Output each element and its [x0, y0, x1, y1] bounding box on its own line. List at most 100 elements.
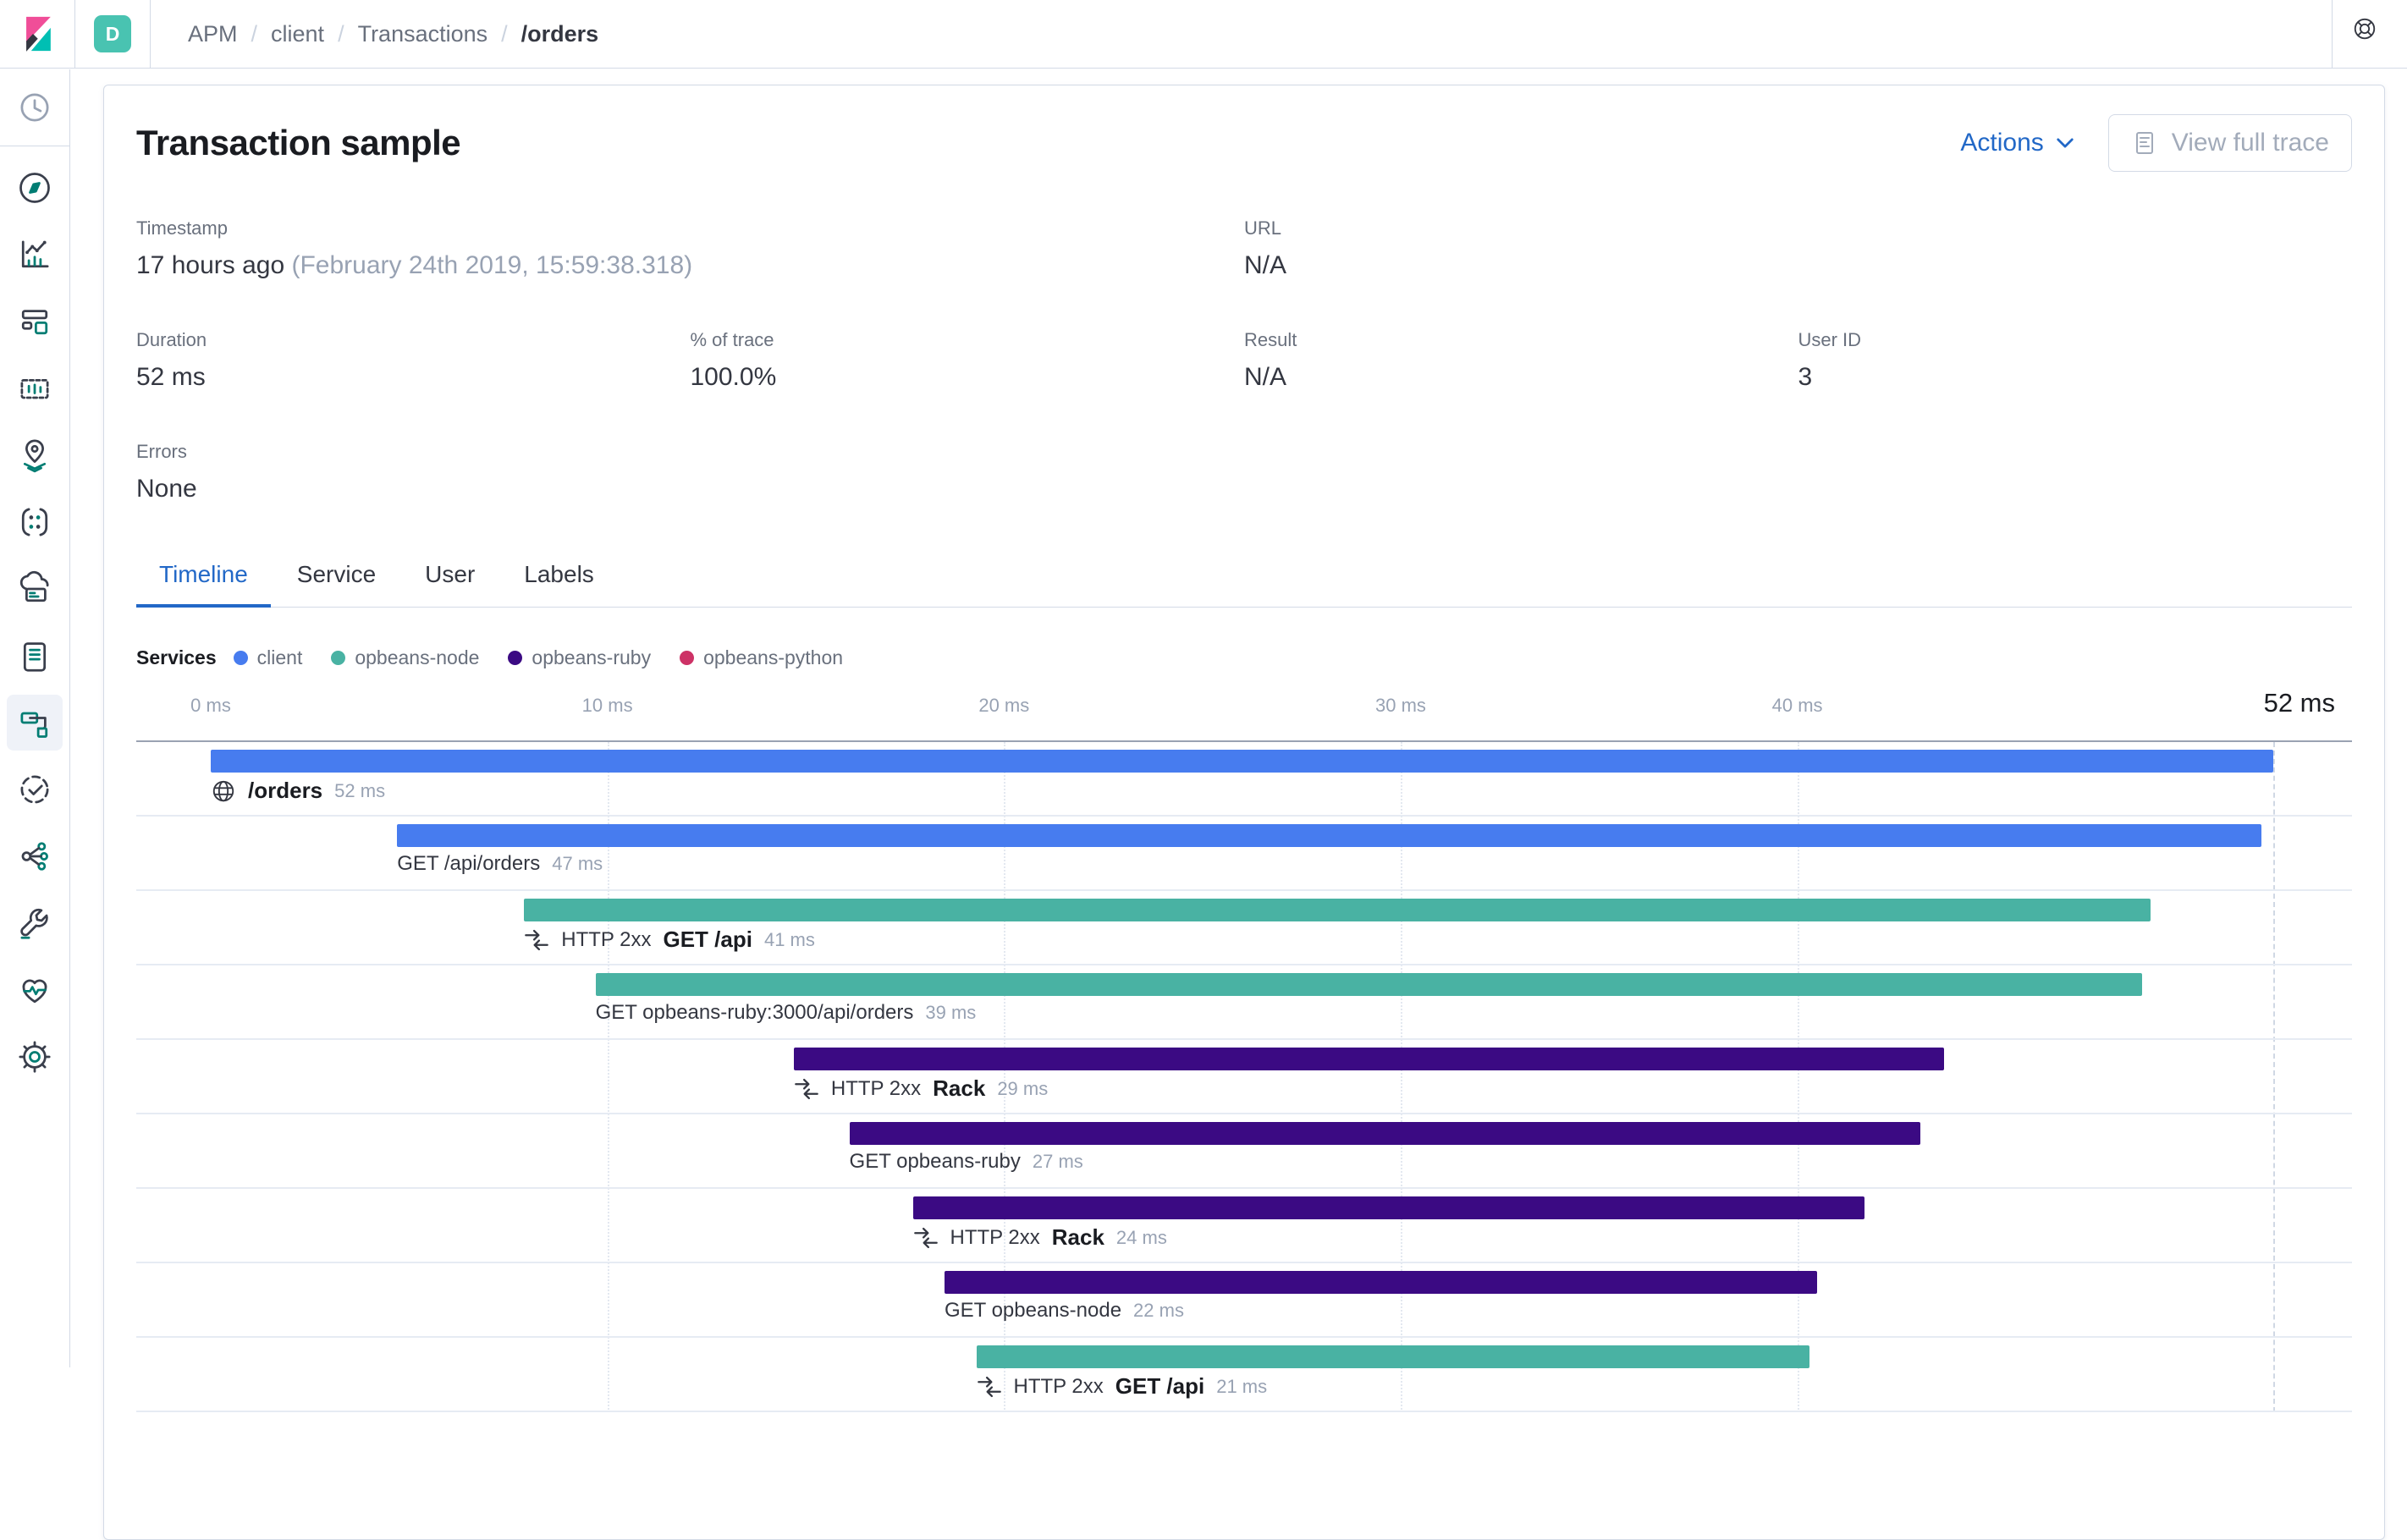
legend-item-opbeans-ruby[interactable]: opbeans-ruby	[508, 646, 651, 669]
metadata-timestamp: Timestamp 17 hours ago (February 24th 20…	[136, 217, 1244, 280]
waterfall-row: GET /api/orders 47 ms	[136, 817, 2352, 891]
metadata-label: % of trace	[691, 329, 1245, 351]
metadata-pct-of-trace: % of trace 100.0%	[691, 329, 1245, 392]
sidebar-item-clock[interactable]	[7, 80, 63, 135]
tab-timeline[interactable]: Timeline	[136, 551, 271, 607]
heart-pulse-icon	[16, 971, 53, 1009]
sidebar-item-gear[interactable]	[7, 1029, 63, 1085]
waterfall-row: GET opbeans-ruby 27 ms	[136, 1114, 2352, 1189]
metadata-user-id: User ID 3	[1798, 329, 2353, 392]
waterfall-row: /orders 52 ms	[136, 742, 2352, 817]
axis-total-duration: 52 ms	[2264, 688, 2335, 718]
waterfall-label[interactable]: HTTP 2xx Rack 29 ms	[794, 1075, 1048, 1102]
waterfall-duration: 47 ms	[552, 853, 603, 875]
actions-dropdown[interactable]: Actions	[1960, 129, 2074, 157]
waterfall-bar-opbeans-ruby[interactable]	[913, 1196, 1865, 1219]
axis-tick: 20 ms	[978, 695, 1029, 717]
waterfall-name: GET opbeans-node	[945, 1299, 1121, 1323]
services-legend: Services client opbeans-node opbeans-rub…	[136, 646, 2352, 669]
tab-service[interactable]: Service	[274, 551, 399, 607]
sidebar-item-clock-check[interactable]	[7, 762, 63, 817]
metadata-errors: Errors None	[136, 441, 691, 503]
legend-item-client[interactable]: client	[234, 646, 303, 669]
wrench-icon	[16, 905, 53, 942]
space-avatar[interactable]: D	[94, 15, 131, 52]
metadata-label: Timestamp	[136, 217, 1244, 239]
waterfall-bar-opbeans-ruby[interactable]	[794, 1048, 1944, 1070]
header-divider	[74, 0, 75, 68]
kibana-logo[interactable]	[0, 14, 74, 53]
sidebar-item-cloud-server[interactable]	[7, 561, 63, 617]
map-pin-icon	[16, 437, 53, 474]
waterfall-bar-opbeans-node[interactable]	[524, 899, 2150, 921]
metadata-duration: Duration 52 ms	[136, 329, 691, 392]
waterfall-name: GET /api	[1115, 1373, 1204, 1400]
compass-icon	[16, 169, 53, 206]
waterfall-name: GET /api	[663, 927, 752, 953]
waterfall-bar-opbeans-ruby[interactable]	[945, 1271, 1817, 1294]
legend-color-dot	[331, 651, 345, 665]
waterfall-label[interactable]: HTTP 2xx GET /api 21 ms	[977, 1373, 1268, 1400]
view-full-trace-button[interactable]: View full trace	[2108, 114, 2352, 172]
waterfall-bar-client[interactable]	[397, 824, 2261, 847]
sidebar-item-wrench[interactable]	[7, 895, 63, 951]
sidebar-item-dashboard[interactable]	[7, 294, 63, 349]
tab-user[interactable]: User	[402, 551, 498, 607]
breadcrumb-separator: /	[501, 21, 508, 47]
waterfall-bar-client[interactable]	[211, 750, 2273, 773]
waterfall-duration: 41 ms	[764, 929, 815, 951]
waterfall-row: HTTP 2xx Rack 24 ms	[136, 1189, 2352, 1263]
merge-icon	[913, 1225, 939, 1251]
waterfall-label[interactable]: /orders 52 ms	[211, 778, 385, 804]
metadata-value: 17 hours ago	[136, 251, 284, 279]
waterfall-row: HTTP 2xx GET /api 21 ms	[136, 1338, 2352, 1412]
waterfall-label[interactable]: HTTP 2xx GET /api 41 ms	[524, 927, 815, 953]
breadcrumb-item-client[interactable]: client	[271, 21, 324, 47]
waterfall-label[interactable]: GET opbeans-ruby:3000/api/orders 39 ms	[596, 1001, 977, 1025]
waterfall-label[interactable]: GET /api/orders 47 ms	[397, 852, 603, 876]
metadata-url: URL N/A	[1244, 217, 1798, 280]
sidebar-item-map-pin[interactable]	[7, 427, 63, 483]
sidebar-item-share-nodes[interactable]	[7, 828, 63, 884]
merge-icon	[794, 1076, 819, 1102]
waterfall-label[interactable]: HTTP 2xx Rack 24 ms	[913, 1224, 1167, 1251]
breadcrumb-item-transactions[interactable]: Transactions	[358, 21, 488, 47]
tab-bar: TimelineServiceUserLabels	[136, 551, 2352, 608]
legend-color-dot	[508, 651, 522, 665]
sidebar-item-apm-branch[interactable]	[7, 695, 63, 751]
sidebar-item-compass[interactable]	[7, 160, 63, 216]
dashboard-icon	[16, 303, 53, 340]
waterfall-prefix: HTTP 2xx	[831, 1077, 921, 1101]
waterfall-label[interactable]: GET opbeans-ruby 27 ms	[850, 1150, 1083, 1174]
legend-item-opbeans-node[interactable]: opbeans-node	[331, 646, 479, 669]
sidebar-item-scroll[interactable]	[7, 628, 63, 684]
sidebar-item-bar-chart[interactable]	[7, 227, 63, 283]
waterfall-bar-opbeans-node[interactable]	[596, 973, 2143, 996]
merge-icon	[524, 927, 549, 953]
axis-tick: 40 ms	[1772, 695, 1823, 717]
metadata-label: Result	[1244, 329, 1798, 351]
waterfall-duration: 29 ms	[997, 1078, 1048, 1100]
metadata-value: 3	[1798, 363, 2353, 392]
life-ring-icon	[2352, 16, 2388, 52]
help-button[interactable]	[2333, 16, 2407, 52]
waterfall-duration: 21 ms	[1216, 1376, 1267, 1398]
sidebar-item-canvas-frame[interactable]	[7, 360, 63, 416]
waterfall-bar-opbeans-ruby[interactable]	[850, 1122, 1920, 1145]
tab-labels[interactable]: Labels	[501, 551, 617, 607]
waterfall-label[interactable]: GET opbeans-node 22 ms	[945, 1299, 1184, 1323]
sidebar-item-heart-pulse[interactable]	[7, 962, 63, 1018]
chevron-down-icon	[2056, 137, 2074, 149]
waterfall-bar-opbeans-node[interactable]	[977, 1345, 1809, 1368]
breadcrumb-item-apm[interactable]: APM	[188, 21, 238, 47]
waterfall-name: /orders	[248, 778, 322, 804]
merge-icon	[977, 1374, 1002, 1400]
metadata-value: None	[136, 475, 691, 503]
waterfall-row: HTTP 2xx Rack 29 ms	[136, 1040, 2352, 1114]
ml-nodes-icon	[16, 503, 53, 541]
breadcrumb-item-orders: /orders	[521, 21, 599, 47]
legend-item-opbeans-python[interactable]: opbeans-python	[680, 646, 843, 669]
sidebar-item-ml-nodes[interactable]	[7, 494, 63, 550]
sidebar-nav	[0, 69, 70, 1367]
waterfall-prefix: HTTP 2xx	[1014, 1375, 1104, 1399]
